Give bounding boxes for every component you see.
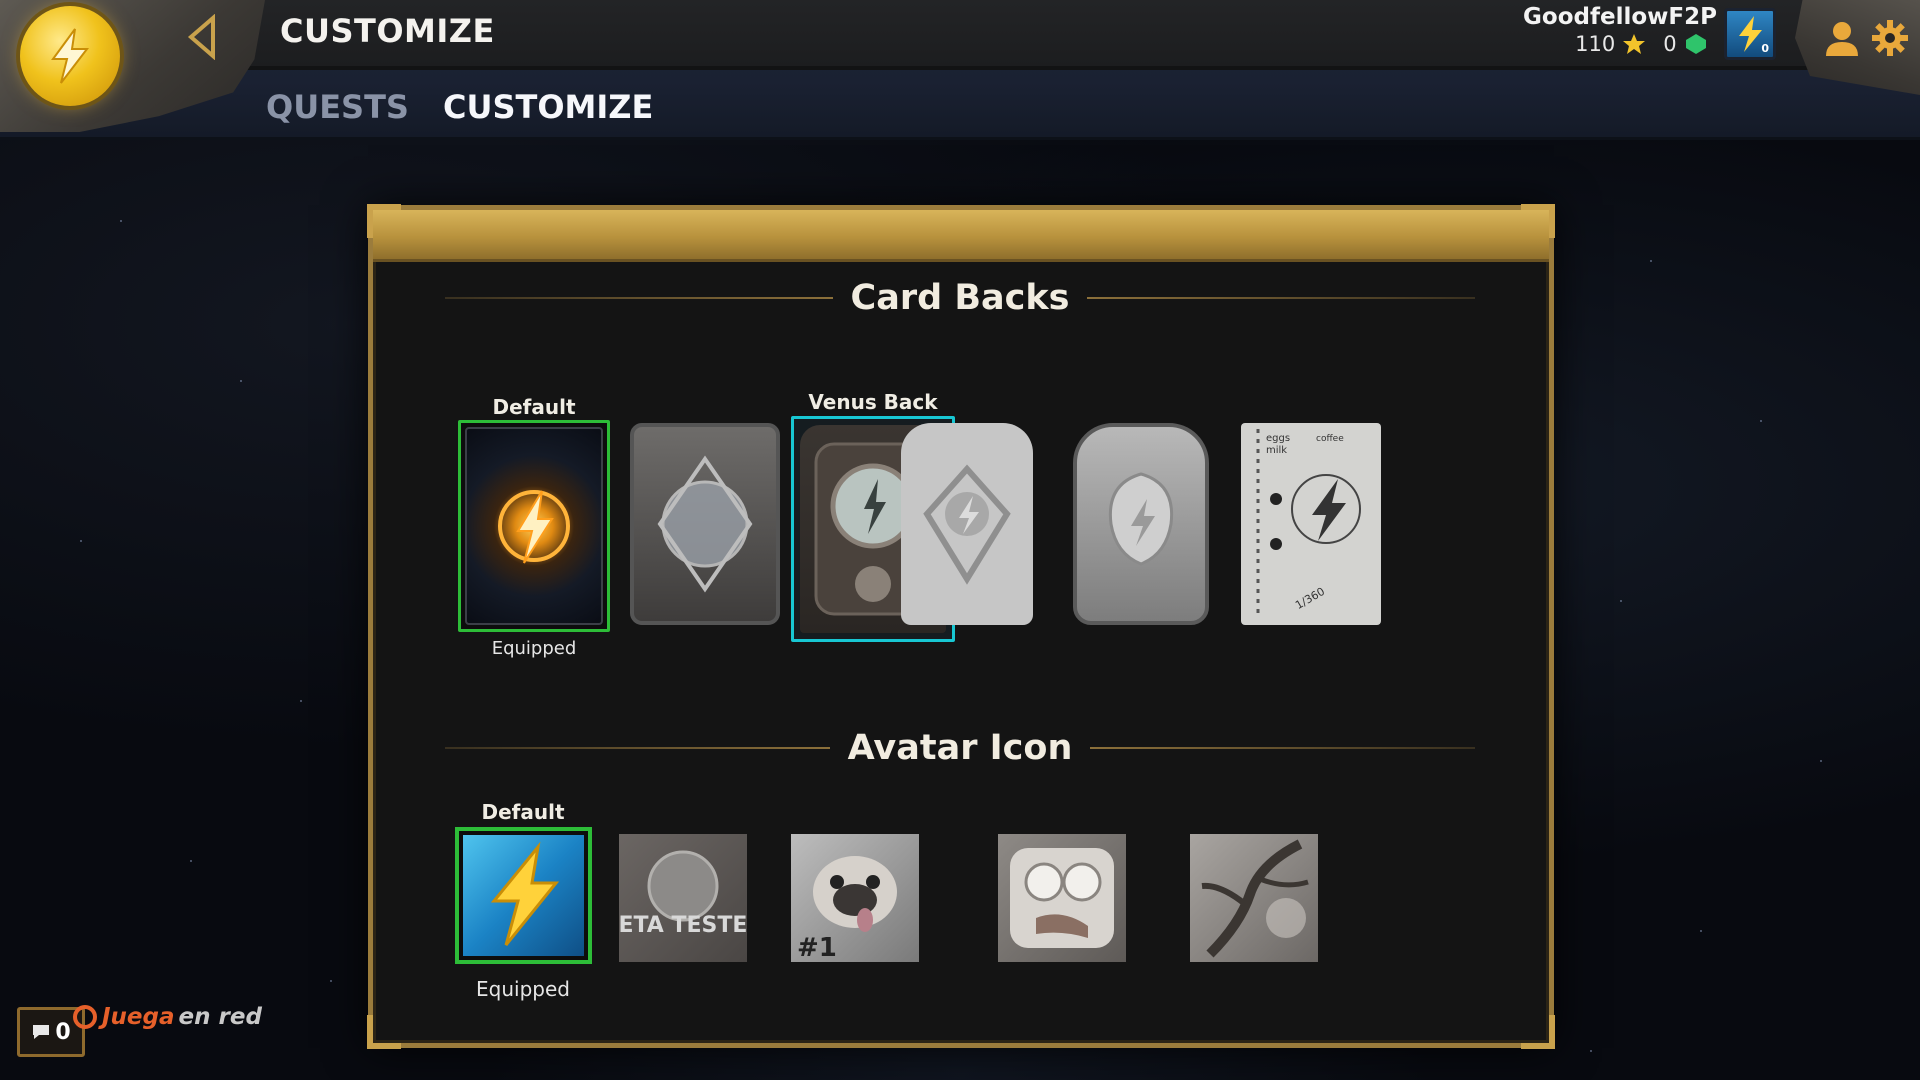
cardback-locked-art	[1073, 423, 1209, 625]
avatar-default-label: Default	[481, 800, 565, 824]
avatar-default-art	[463, 835, 584, 956]
customize-panel: Card Backs Default Equipped Venus Back e…	[367, 204, 1555, 1049]
cardback-locked-notebook[interactable]: eggs milk coffee 1/360	[1241, 423, 1381, 625]
juega-text: Juega	[102, 1004, 175, 1030]
note-eggs: eggs	[1266, 433, 1290, 444]
avatar-icon-heading: Avatar Icon	[445, 728, 1475, 768]
avatar-beta-tester[interactable]: BETA TESTER	[619, 834, 747, 962]
card-backs-title: Card Backs	[850, 278, 1070, 318]
tab-bar: QUESTS CUSTOMIZE	[266, 88, 653, 126]
cardback-locked[interactable]	[630, 423, 780, 625]
divider	[1090, 747, 1475, 749]
gear-icon	[1872, 20, 1908, 56]
rank-text: #1	[797, 933, 837, 962]
top-bar: CUSTOMIZE QUESTS CUSTOMIZE GoodfellowF2P…	[0, 0, 1920, 140]
card-backs-heading: Card Backs	[445, 278, 1475, 318]
cardback-locked-art	[901, 423, 1033, 625]
page-title: CUSTOMIZE	[280, 12, 495, 50]
profile-icon	[1826, 22, 1858, 56]
cardback-venus-label: Venus Back	[808, 390, 938, 414]
currency-gem-value: 0	[1663, 32, 1677, 56]
tab-quests[interactable]: QUESTS	[266, 88, 409, 126]
panel-corner	[367, 204, 401, 238]
cardback-locked-art: eggs milk coffee 1/360	[1241, 423, 1381, 625]
avatar-eyes[interactable]	[998, 834, 1126, 962]
en-red-text: en red	[178, 1004, 262, 1030]
back-button[interactable]	[182, 12, 222, 62]
panel-corner	[367, 1015, 401, 1049]
currency-gem: 0	[1663, 32, 1708, 56]
cardback-default-status: Equipped	[491, 638, 577, 659]
currency-gold: 110	[1575, 32, 1647, 56]
currency-gold-value: 110	[1575, 32, 1616, 56]
cardback-locked[interactable]	[901, 423, 1033, 625]
player-badge[interactable]: 0	[1724, 8, 1776, 60]
app-logo-icon[interactable]	[20, 6, 120, 106]
divider	[445, 747, 830, 749]
profile-button[interactable]	[1822, 18, 1862, 58]
avatar-pug[interactable]: #1	[791, 834, 919, 962]
panel-corner	[1521, 1015, 1555, 1049]
divider	[1087, 297, 1475, 299]
cardback-default-art	[465, 427, 603, 625]
lightning-icon	[490, 841, 559, 946]
panel-corner	[1521, 204, 1555, 238]
juega-en-red-logo: Juega en red	[72, 1004, 262, 1030]
cardback-locked-art	[630, 423, 780, 625]
chat-count: 0	[55, 1019, 71, 1045]
green-gem-icon	[1685, 34, 1706, 54]
note-milk: milk	[1266, 445, 1287, 456]
chat-icon	[33, 1025, 50, 1039]
avatar-icon-title: Avatar Icon	[847, 728, 1073, 768]
cardback-locked[interactable]	[1073, 423, 1209, 625]
gold-star-icon	[1623, 34, 1646, 54]
cardback-default[interactable]	[458, 420, 610, 632]
avatar-default-status: Equipped	[476, 977, 570, 1001]
note-math: 1/360	[1293, 585, 1327, 612]
tab-customize[interactable]: CUSTOMIZE	[443, 88, 653, 126]
avatar-tree[interactable]	[1190, 834, 1318, 962]
back-arrow-icon	[187, 14, 215, 60]
divider	[445, 297, 833, 299]
lightning-icon	[498, 490, 570, 564]
panel-header-bar	[373, 210, 1549, 262]
cardback-default-label: Default	[492, 395, 576, 419]
note-coffee: coffee	[1316, 434, 1344, 444]
badge-count: 0	[1761, 42, 1769, 55]
avatar-default[interactable]	[455, 827, 592, 964]
juega-logo-icon	[73, 1005, 97, 1029]
beta-tester-text: BETA TESTER	[619, 913, 747, 938]
settings-button[interactable]	[1870, 18, 1910, 58]
username: GoodfellowF2P	[1523, 4, 1717, 30]
